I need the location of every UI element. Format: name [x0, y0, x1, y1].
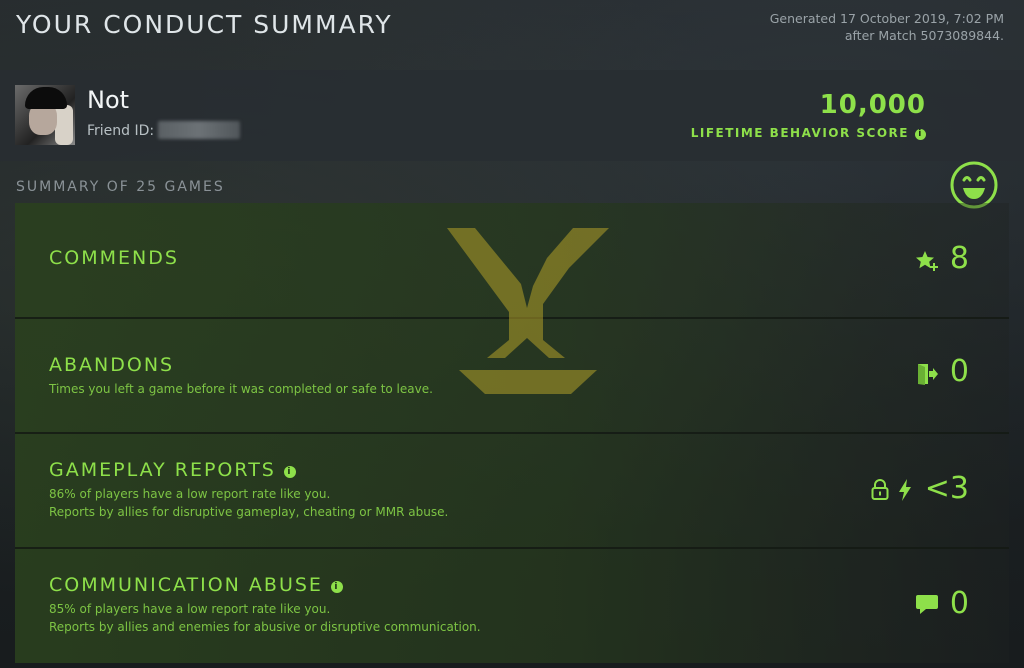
- abandons-description: Times you left a game before it was comp…: [49, 382, 433, 396]
- star-plus-icon: [916, 251, 938, 271]
- communication-abuse-title-text: COMMUNICATION ABUSE: [49, 574, 323, 596]
- friend-id-blurred: [158, 121, 241, 139]
- commends-title: COMMENDS: [49, 247, 179, 269]
- behavior-score-label: LIFETIME BEHAVIOR SCORE i: [691, 126, 926, 140]
- gameplay-reports-title-text: GAMEPLAY REPORTS: [49, 459, 276, 481]
- generated-date: Generated 17 October 2019, 7:02 PM: [769, 11, 1004, 26]
- communication-abuse-value: 0: [949, 586, 969, 621]
- username: Not: [87, 86, 130, 114]
- gameplay-reports-description: 86% of players have a low report rate li…: [49, 485, 448, 521]
- communication-abuse-description: 85% of players have a low report rate li…: [49, 600, 481, 636]
- generated-timestamp: Generated 17 October 2019, 7:02 PM after…: [770, 10, 1004, 44]
- communication-abuse-title: COMMUNICATION ABUSE i: [49, 574, 343, 596]
- summary-heading: SUMMARY OF 25 GAMES: [16, 179, 225, 195]
- info-icon[interactable]: i: [330, 581, 343, 593]
- abandons-value: 0: [949, 354, 969, 389]
- header: YOUR CONDUCT SUMMARY Generated 17 Octobe…: [0, 0, 1024, 70]
- communication-abuse-row: COMMUNICATION ABUSE i 85% of players have…: [15, 548, 1009, 662]
- friend-id: Friend ID:: [87, 121, 241, 139]
- behavior-score-value: 10,000: [819, 90, 926, 120]
- chat-bubble-icon: [916, 595, 938, 614]
- friend-id-label: Friend ID:: [87, 123, 155, 139]
- gameplay-reports-explainer: Reports by allies for disruptive gamepla…: [49, 505, 449, 519]
- info-icon[interactable]: i: [283, 466, 296, 478]
- gameplay-reports-row: GAMEPLAY REPORTS i 86% of players have a …: [15, 433, 1009, 549]
- lightning-icon: [899, 479, 911, 501]
- communication-abuse-explainer: Reports by allies and enemies for abusiv…: [49, 620, 481, 634]
- page-title: YOUR CONDUCT SUMMARY: [16, 10, 393, 39]
- communication-abuse-stat: 85% of players have a low report rate li…: [49, 602, 331, 616]
- lock-icon: [871, 479, 889, 500]
- gameplay-reports-title: GAMEPLAY REPORTS i: [49, 459, 296, 481]
- avatar[interactable]: [15, 85, 75, 145]
- info-icon[interactable]: i: [915, 129, 926, 140]
- gameplay-reports-value: <3: [924, 471, 969, 506]
- abandons-title: ABANDONS: [49, 354, 175, 376]
- commends-value: 8: [949, 241, 969, 276]
- dota-valve-logo-icon: [447, 228, 609, 394]
- gameplay-reports-stat: 86% of players have a low report rate li…: [49, 487, 331, 501]
- behavior-score-label-text: LIFETIME BEHAVIOR SCORE: [690, 126, 909, 140]
- exit-door-icon: [918, 364, 938, 385]
- generated-match: after Match 5073089844.: [844, 28, 1004, 43]
